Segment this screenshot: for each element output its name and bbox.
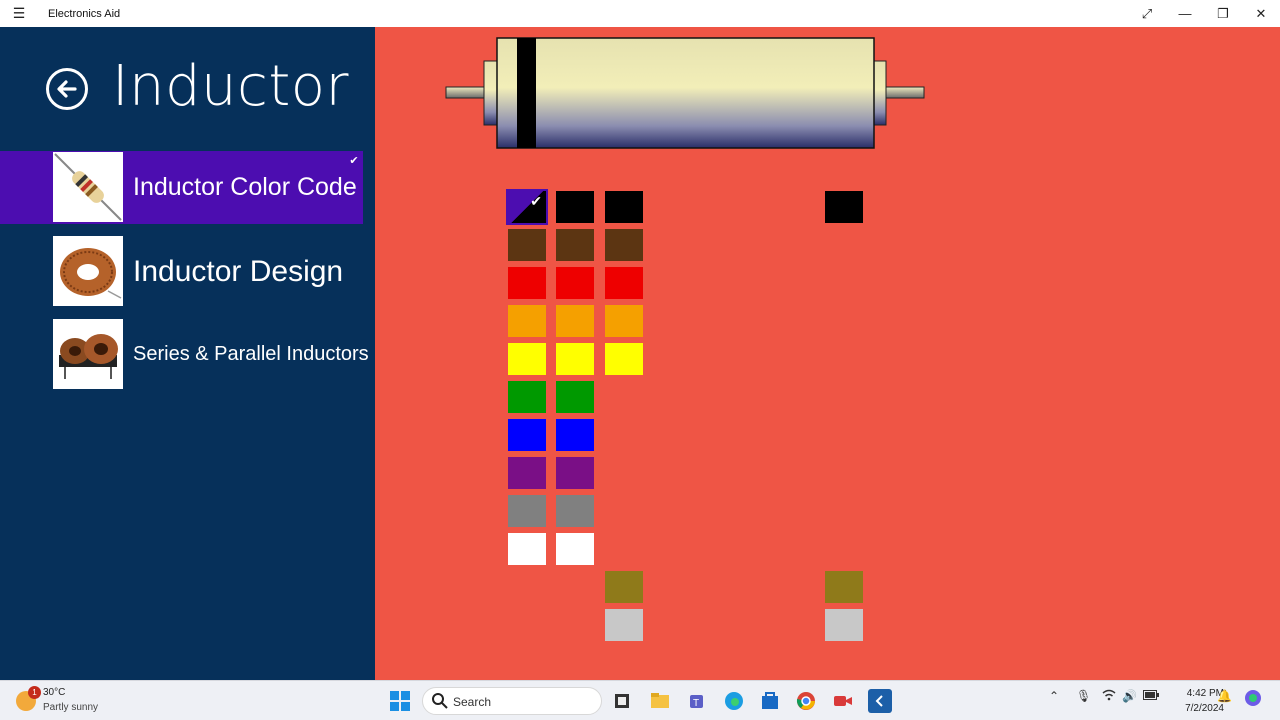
task-view-icon[interactable] — [610, 689, 634, 713]
notification-bell-icon[interactable]: 🔔 — [1217, 689, 1232, 703]
battery-icon[interactable] — [1143, 689, 1159, 703]
band2-color-chip[interactable] — [556, 457, 594, 489]
electronics-aid-app-icon[interactable] — [868, 689, 892, 713]
app-title: Electronics Aid — [48, 7, 121, 20]
tolerance-color-chip[interactable] — [825, 571, 863, 603]
multiplier-color-chip[interactable] — [605, 229, 643, 261]
band1-color-chip[interactable] — [508, 267, 546, 299]
chrome-icon[interactable] — [794, 689, 818, 713]
band1-color-chip[interactable] — [508, 457, 546, 489]
band2-color-chip[interactable] — [556, 229, 594, 261]
nav-item-series-parallel-inductors[interactable]: Series & Parallel Inductors — [0, 318, 369, 391]
nav-item-inductor-design[interactable]: Inductor Design — [0, 235, 363, 308]
hamburger-icon[interactable]: ☰ — [0, 0, 38, 27]
taskbar-search[interactable]: Search — [422, 687, 602, 715]
checkmark-icon: ✔ — [349, 154, 359, 167]
band2-color-chip[interactable] — [556, 495, 594, 527]
band1-color-chip[interactable] — [508, 229, 546, 261]
checkmark-icon: ✔ — [530, 193, 542, 209]
band1-color-chip[interactable] — [508, 495, 546, 527]
nav-item-inductor-color-code[interactable]: Inductor Color Code ✔ — [0, 151, 363, 224]
microphone-icon[interactable]: 🎙 — [1076, 689, 1091, 703]
weather-desc: Partly sunny — [43, 702, 99, 713]
store-icon[interactable] — [758, 689, 782, 713]
color-coded-inductor-image — [53, 152, 123, 222]
band2-color-chip[interactable] — [556, 381, 594, 413]
taskbar: 1 30°C Partly sunny Search T ⌃ 🎙 🔊 4:42 … — [0, 680, 1280, 720]
tolerance-color-chip[interactable] — [825, 191, 863, 223]
toroid-inductor-image — [53, 236, 123, 306]
taskbar-clock[interactable]: 4:42 PM 7/2/2024 — [1160, 686, 1224, 716]
search-icon — [432, 693, 448, 709]
nav-item-label: Inductor Design — [133, 254, 344, 288]
svg-text:T: T — [693, 698, 699, 709]
band2-color-chip[interactable] — [556, 419, 594, 451]
multiplier-color-chip[interactable] — [605, 609, 643, 641]
multiplier-color-chip[interactable] — [605, 267, 643, 299]
band1-color-chip[interactable] — [508, 343, 546, 375]
inductor-band-1 — [517, 38, 536, 148]
nav-item-label: Inductor Color Code — [133, 173, 357, 201]
color-code-panel: ✔ — [375, 27, 1280, 680]
nav-item-label: Series & Parallel Inductors — [133, 343, 369, 365]
multiplier-color-chip[interactable] — [605, 305, 643, 337]
copilot-icon[interactable] — [1244, 689, 1262, 710]
multiplier-color-chip[interactable] — [605, 571, 643, 603]
band2-color-chip[interactable] — [556, 267, 594, 299]
paired-inductors-image — [53, 319, 123, 389]
band1-color-chip[interactable] — [508, 305, 546, 337]
band1-color-chip[interactable] — [508, 381, 546, 413]
file-explorer-icon[interactable] — [648, 689, 672, 713]
notification-badge: 1 — [28, 686, 41, 699]
back-arrow-icon[interactable] — [46, 68, 88, 110]
navigation-pane: Inductor Inductor Color Code ✔ Inductor … — [0, 27, 375, 680]
band1-color-chip[interactable]: ✔ — [506, 189, 548, 225]
chevron-up-icon[interactable]: ⌃ — [1049, 689, 1059, 703]
band1-color-chip[interactable] — [508, 419, 546, 451]
weather-widget[interactable]: 1 30°C Partly sunny — [16, 685, 136, 717]
tolerance-color-chip[interactable] — [825, 609, 863, 641]
teams-icon[interactable]: T — [686, 689, 710, 713]
band2-color-chip[interactable] — [556, 191, 594, 223]
clock-time: 4:42 PM — [1186, 688, 1224, 699]
multiplier-color-chip[interactable] — [605, 191, 643, 223]
search-placeholder: Search — [453, 695, 492, 709]
multiplier-color-chip[interactable] — [605, 343, 643, 375]
band2-color-chip[interactable] — [556, 305, 594, 337]
window-controls: ⤢ — ❐ ✕ — [1128, 0, 1280, 27]
title-bar: ☰ Electronics Aid ⤢ — ❐ ✕ — [0, 0, 1280, 27]
band2-color-chip[interactable] — [556, 533, 594, 565]
minimize-icon[interactable]: — — [1166, 0, 1204, 27]
windows-start-icon[interactable] — [388, 689, 412, 713]
band1-color-chip[interactable] — [508, 533, 546, 565]
edge-icon[interactable] — [722, 689, 746, 713]
volume-icon[interactable]: 🔊 — [1122, 689, 1137, 703]
weather-temp: 30°C — [43, 687, 66, 698]
clock-date: 7/2/2024 — [1185, 703, 1224, 714]
page-title: Inductor — [112, 54, 350, 119]
restore-icon[interactable]: ❐ — [1204, 0, 1242, 27]
inductor-illustration — [445, 37, 925, 149]
band2-color-chip[interactable] — [556, 343, 594, 375]
close-icon[interactable]: ✕ — [1242, 0, 1280, 27]
video-recorder-icon[interactable] — [831, 689, 855, 713]
expand-icon[interactable]: ⤢ — [1128, 0, 1166, 27]
wifi-icon[interactable] — [1102, 689, 1116, 704]
